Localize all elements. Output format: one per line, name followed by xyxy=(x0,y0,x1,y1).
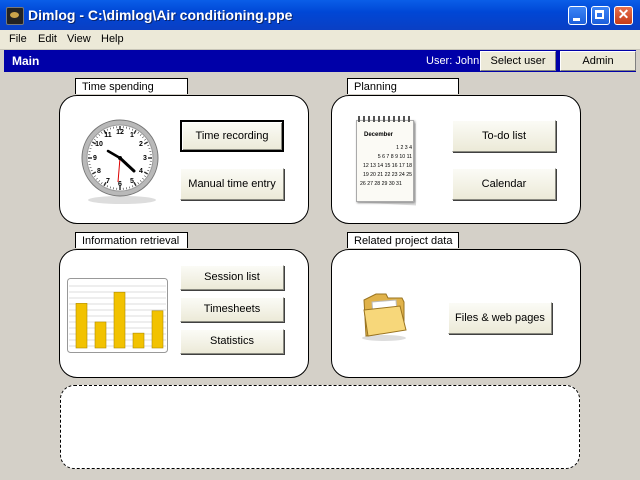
chart-bar xyxy=(132,332,145,349)
calendar-week-5: 26 27 28 29 30 31 xyxy=(360,181,402,187)
window-title: Dimlog - C:\dimlog\Air conditioning.ppe xyxy=(28,7,293,23)
clock-numeral-11: 11 xyxy=(104,132,112,139)
clock-numeral-1: 1 xyxy=(130,132,134,139)
select-user-button[interactable]: Select user xyxy=(480,51,556,71)
menu-file[interactable]: File xyxy=(9,33,27,45)
chart-bar xyxy=(94,321,107,349)
menu-view[interactable]: View xyxy=(67,33,91,45)
calendar-icon: December 1 2 3 4 5 6 7 8 9 10 11 12 13 1… xyxy=(356,116,416,206)
clock-numeral-9: 9 xyxy=(93,155,97,162)
bar-chart-icon xyxy=(67,278,168,353)
clock-numeral-12: 12 xyxy=(116,129,124,136)
menu-edit[interactable]: Edit xyxy=(38,33,57,45)
clock-numeral-7: 7 xyxy=(106,178,110,185)
app-icon[interactable] xyxy=(6,7,24,25)
tab-planning: Planning xyxy=(347,78,459,94)
tab-information-retrieval: Information retrieval xyxy=(75,232,188,248)
calendar-week-3: 12 13 14 15 16 17 18 xyxy=(362,163,412,169)
files-web-pages-button[interactable]: Files & web pages xyxy=(448,302,552,334)
minimize-button[interactable] xyxy=(568,6,587,25)
clock-numeral-2: 2 xyxy=(139,141,143,148)
current-user: User: John xyxy=(426,55,480,67)
calendar-button[interactable]: Calendar xyxy=(452,168,556,200)
folder-icon xyxy=(362,293,407,341)
menu-help[interactable]: Help xyxy=(101,33,124,45)
statistics-button[interactable]: Statistics xyxy=(180,329,284,354)
clock-numeral-5: 5 xyxy=(130,178,134,185)
clock-numeral-6: 6 xyxy=(118,181,122,188)
related-project-data-panel: Files & web pages xyxy=(331,249,581,378)
planning-panel: December 1 2 3 4 5 6 7 8 9 10 11 12 13 1… xyxy=(331,95,581,224)
time-recording-button[interactable]: Time recording xyxy=(180,120,284,152)
maximize-button[interactable] xyxy=(591,6,610,25)
calendar-week-1: 1 2 3 4 xyxy=(396,145,412,151)
information-retrieval-panel: Session list Timesheets Statistics xyxy=(59,249,309,378)
todo-list-button[interactable]: To-do list xyxy=(452,120,556,152)
manual-time-entry-button[interactable]: Manual time entry xyxy=(180,168,284,200)
clock-numeral-8: 8 xyxy=(97,168,101,175)
page-title: Main xyxy=(12,54,40,68)
tab-time-spending: Time spending xyxy=(75,78,188,94)
timesheets-button[interactable]: Timesheets xyxy=(180,297,284,322)
calendar-week-4: 19 20 21 22 23 24 25 xyxy=(362,172,412,178)
clock-numeral-3: 3 xyxy=(143,155,147,162)
menu-bar: File Edit View Help xyxy=(0,30,640,50)
admin-button[interactable]: Admin xyxy=(560,51,636,71)
chart-bar xyxy=(75,303,88,349)
clock-icon: 12 1 2 3 4 5 6 7 8 9 10 11 xyxy=(81,119,159,204)
close-button[interactable]: ✕ xyxy=(614,6,633,25)
notes-area xyxy=(60,385,580,469)
calendar-month: December xyxy=(364,132,394,138)
main-header: Main User: John Select user Admin xyxy=(4,50,636,72)
tab-related-project-data: Related project data xyxy=(347,232,459,248)
chart-bar xyxy=(113,291,126,349)
session-list-button[interactable]: Session list xyxy=(180,265,284,290)
clock-numeral-10: 10 xyxy=(95,141,103,148)
clock-numeral-4: 4 xyxy=(139,168,143,175)
chart-bar xyxy=(151,310,164,349)
close-icon: ✕ xyxy=(617,6,630,22)
title-bar: Dimlog - C:\dimlog\Air conditioning.ppe … xyxy=(0,0,640,30)
time-spending-panel: 12 1 2 3 4 5 6 7 8 9 10 11 Time recordin… xyxy=(59,95,309,224)
calendar-week-2: 5 6 7 8 9 10 11 xyxy=(377,154,412,160)
